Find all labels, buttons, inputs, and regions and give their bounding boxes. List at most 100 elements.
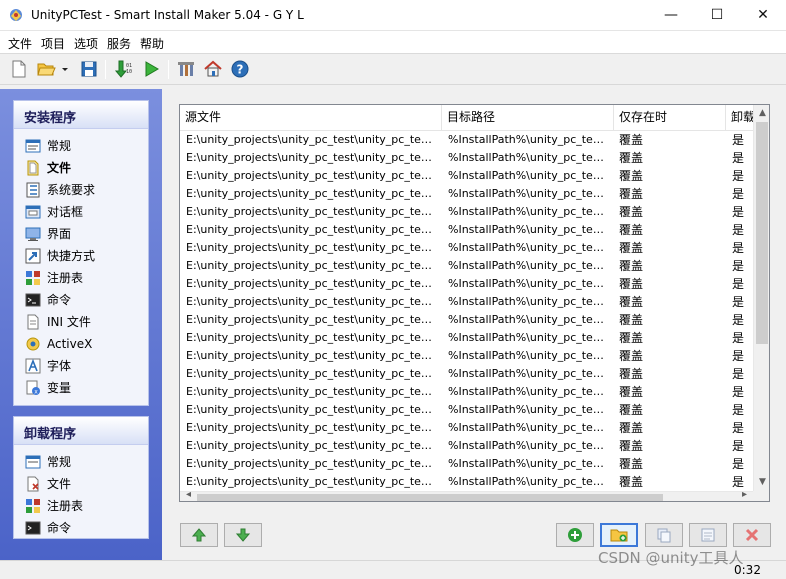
table-row[interactable]: E:\unity_projects\unity_pc_test\unity_pc… bbox=[180, 473, 753, 491]
open-folder-icon[interactable] bbox=[36, 59, 56, 79]
menu-service[interactable]: 服务 bbox=[107, 35, 131, 52]
nav-label: INI 文件 bbox=[47, 315, 91, 329]
new-file-icon[interactable] bbox=[9, 59, 29, 79]
table-row[interactable]: E:\unity_projects\unity_pc_test\unity_pc… bbox=[180, 401, 753, 419]
nav-install-command[interactable]: 命令 bbox=[14, 289, 148, 311]
cell-source-file: E:\unity_projects\unity_pc_test\unity_pc… bbox=[186, 223, 436, 236]
menu-bar: 文件 项目 选项 服务 帮助 bbox=[0, 31, 786, 54]
delete-button[interactable] bbox=[733, 523, 771, 547]
close-button[interactable]: ✕ bbox=[740, 0, 786, 31]
cell-only-if-exists: 覆盖 bbox=[619, 421, 644, 435]
files-list[interactable]: 源文件 目标路径 仅存在时 卸载 E:\unity_projects\unity… bbox=[179, 104, 770, 502]
nav-install-font[interactable]: 字体 bbox=[14, 355, 148, 377]
nav-install-activex[interactable]: ActiveX bbox=[14, 333, 148, 355]
nav-install-ini-file[interactable]: INI 文件 bbox=[14, 311, 148, 333]
menu-options[interactable]: 选项 bbox=[74, 35, 98, 52]
table-row[interactable]: E:\unity_projects\unity_pc_test\unity_pc… bbox=[180, 167, 753, 185]
move-up-button[interactable] bbox=[180, 523, 218, 547]
nav-install-files[interactable]: 文件 bbox=[14, 157, 148, 179]
command-icon bbox=[25, 521, 41, 535]
nav-uninstall-files[interactable]: 文件 bbox=[14, 473, 148, 495]
cell-uninstall: 是 bbox=[732, 331, 745, 345]
install-group-title[interactable]: 安装程序 bbox=[14, 101, 148, 129]
column-target-path[interactable]: 目标路径 bbox=[442, 105, 614, 130]
horizontal-scrollbar[interactable]: ◂ ▸ bbox=[180, 489, 753, 501]
table-row[interactable]: E:\unity_projects\unity_pc_test\unity_pc… bbox=[180, 455, 753, 473]
uninstall-group-items: 常规 文件 注册表 命令 bbox=[14, 445, 148, 539]
add-folder-button[interactable] bbox=[600, 523, 638, 547]
vertical-scroll-thumb[interactable] bbox=[756, 122, 768, 344]
table-row[interactable]: E:\unity_projects\unity_pc_test\unity_pc… bbox=[180, 257, 753, 275]
dropdown-arrow-icon[interactable] bbox=[60, 59, 70, 79]
menu-file[interactable]: 文件 bbox=[8, 35, 32, 52]
table-row[interactable]: E:\unity_projects\unity_pc_test\unity_pc… bbox=[180, 437, 753, 455]
interface-icon bbox=[25, 227, 41, 241]
nav-label: 注册表 bbox=[47, 271, 84, 285]
run-icon[interactable] bbox=[141, 59, 161, 79]
menu-help[interactable]: 帮助 bbox=[140, 35, 164, 52]
copy-icon bbox=[657, 528, 671, 543]
help-icon[interactable]: ? bbox=[230, 59, 250, 79]
table-row[interactable]: E:\unity_projects\unity_pc_test\unity_pc… bbox=[180, 419, 753, 437]
cell-uninstall: 是 bbox=[732, 367, 745, 381]
nav-label: 快捷方式 bbox=[47, 249, 96, 263]
nav-install-variable[interactable]: x 变量 bbox=[14, 377, 148, 399]
horizontal-scroll-thumb[interactable] bbox=[197, 494, 663, 501]
nav-install-requirements[interactable]: 系统要求 bbox=[14, 179, 148, 201]
scroll-down-icon[interactable]: ▼ bbox=[754, 474, 769, 491]
list-header: 源文件 目标路径 仅存在时 卸载 bbox=[180, 105, 753, 131]
table-row[interactable]: E:\unity_projects\unity_pc_test\unity_pc… bbox=[180, 365, 753, 383]
maximize-button[interactable]: ☐ bbox=[694, 0, 740, 31]
table-row[interactable]: E:\unity_projects\unity_pc_test\unity_pc… bbox=[180, 203, 753, 221]
scroll-left-icon[interactable]: ◂ bbox=[180, 489, 197, 501]
home-icon[interactable] bbox=[203, 59, 223, 79]
nav-label: 命令 bbox=[47, 521, 72, 535]
table-row[interactable]: E:\unity_projects\unity_pc_test\unity_pc… bbox=[180, 383, 753, 401]
table-row[interactable]: E:\unity_projects\unity_pc_test\unity_pc… bbox=[180, 329, 753, 347]
move-down-button[interactable] bbox=[224, 523, 262, 547]
nav-install-registry[interactable]: 注册表 bbox=[14, 267, 148, 289]
uninstall-group-title[interactable]: 卸载程序 bbox=[14, 417, 148, 445]
copy-button[interactable] bbox=[645, 523, 683, 547]
minimize-button[interactable]: — bbox=[648, 0, 694, 31]
properties-button[interactable] bbox=[689, 523, 727, 547]
scroll-up-icon[interactable]: ▲ bbox=[754, 105, 769, 122]
add-file-button[interactable] bbox=[556, 523, 594, 547]
column-uninstall[interactable]: 卸载 bbox=[726, 105, 753, 130]
nav-label: 文件 bbox=[47, 477, 72, 491]
cell-source-file: E:\unity_projects\unity_pc_test\unity_pc… bbox=[186, 277, 436, 290]
nav-install-general[interactable]: 常规 bbox=[14, 135, 148, 157]
table-row[interactable]: E:\unity_projects\unity_pc_test\unity_pc… bbox=[180, 293, 753, 311]
table-row[interactable]: E:\unity_projects\unity_pc_test\unity_pc… bbox=[180, 131, 753, 149]
scroll-corner bbox=[753, 491, 769, 501]
nav-label: ActiveX bbox=[47, 337, 93, 351]
cell-target-path: %InstallPath%\unity_pc_test... bbox=[448, 223, 608, 236]
table-row[interactable]: E:\unity_projects\unity_pc_test\unity_pc… bbox=[180, 347, 753, 365]
save-icon[interactable] bbox=[79, 59, 99, 79]
cell-source-file: E:\unity_projects\unity_pc_test\unity_pc… bbox=[186, 187, 436, 200]
nav-uninstall-command[interactable]: 命令 bbox=[14, 517, 148, 539]
cell-uninstall: 是 bbox=[732, 223, 745, 237]
vertical-scrollbar[interactable]: ▲ ▼ bbox=[753, 105, 769, 491]
table-row[interactable]: E:\unity_projects\unity_pc_test\unity_pc… bbox=[180, 275, 753, 293]
settings-icon[interactable] bbox=[176, 59, 196, 79]
table-row[interactable]: E:\unity_projects\unity_pc_test\unity_pc… bbox=[180, 239, 753, 257]
menu-project[interactable]: 项目 bbox=[41, 35, 65, 52]
table-row[interactable]: E:\unity_projects\unity_pc_test\unity_pc… bbox=[180, 149, 753, 167]
column-source-file[interactable]: 源文件 bbox=[180, 105, 442, 130]
compile-icon[interactable]: 01 10 bbox=[113, 59, 133, 79]
cell-uninstall: 是 bbox=[732, 133, 745, 147]
cell-target-path: %InstallPath%\unity_pc_test... bbox=[448, 331, 608, 344]
nav-uninstall-general[interactable]: 常规 bbox=[14, 451, 148, 473]
column-only-if-exists[interactable]: 仅存在时 bbox=[614, 105, 726, 130]
scroll-right-icon[interactable]: ▸ bbox=[736, 489, 753, 501]
install-group-items: 常规 文件 系统要求 对话框 界面 快捷方式 注册表 命令 INI 文件 Act… bbox=[14, 129, 148, 399]
nav-install-dialog[interactable]: 对话框 bbox=[14, 201, 148, 223]
files-icon bbox=[27, 160, 39, 176]
table-row[interactable]: E:\unity_projects\unity_pc_test\unity_pc… bbox=[180, 185, 753, 203]
table-row[interactable]: E:\unity_projects\unity_pc_test\unity_pc… bbox=[180, 221, 753, 239]
nav-uninstall-registry[interactable]: 注册表 bbox=[14, 495, 148, 517]
nav-install-shortcut[interactable]: 快捷方式 bbox=[14, 245, 148, 267]
nav-install-interface[interactable]: 界面 bbox=[14, 223, 148, 245]
table-row[interactable]: E:\unity_projects\unity_pc_test\unity_pc… bbox=[180, 311, 753, 329]
